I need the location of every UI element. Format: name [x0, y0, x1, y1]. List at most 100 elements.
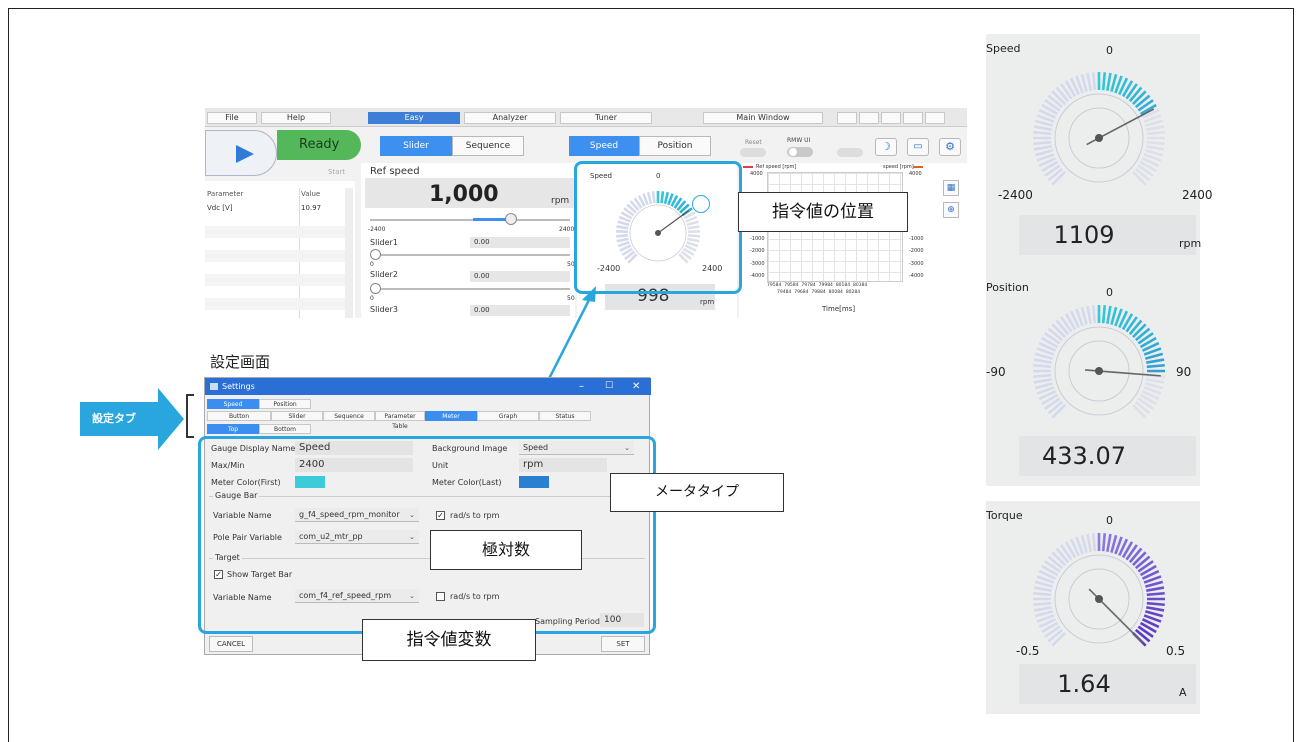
- tab-tuner[interactable]: Tuner: [560, 112, 652, 124]
- gauge-tick: [1034, 352, 1053, 360]
- gear-icon[interactable]: ⚙: [939, 138, 961, 156]
- tab-sequence-settings[interactable]: Sequence: [323, 411, 375, 421]
- gauge-tick: [1051, 551, 1066, 566]
- menu-file[interactable]: File: [207, 112, 257, 124]
- start-label[interactable]: Start: [328, 168, 345, 176]
- ref-slider-thumb[interactable]: [505, 213, 517, 225]
- minimize-icon[interactable]: –: [579, 378, 584, 395]
- layout-icon-1[interactable]: [837, 112, 857, 124]
- col-parameter: Parameter: [207, 190, 244, 198]
- cancel-button[interactable]: CANCEL: [209, 636, 253, 652]
- tab-graph[interactable]: Graph: [477, 411, 539, 421]
- tab-button[interactable]: Button: [207, 411, 271, 421]
- zoom-icon[interactable]: ⊕: [943, 202, 959, 218]
- gauge-tick: [1080, 534, 1088, 553]
- tab-sequence[interactable]: Sequence: [452, 136, 524, 156]
- play-icon: [236, 145, 254, 163]
- slider2-max: 50: [567, 295, 575, 302]
- gauge-tick: [1146, 145, 1165, 151]
- tab-bottom[interactable]: Bottom: [259, 424, 311, 434]
- gauge-value: 1109: [1053, 221, 1115, 249]
- menu-help[interactable]: Help: [261, 112, 331, 124]
- y-right-tick: -1000: [909, 236, 924, 242]
- y-right-tick: 4000: [909, 171, 922, 177]
- plot-grid-icon[interactable]: ▦: [943, 180, 959, 196]
- slider2-value[interactable]: 0.00: [470, 271, 570, 282]
- gauge-value: 433.07: [1042, 442, 1126, 470]
- x-tick: 80284: [845, 290, 861, 295]
- gauge-tick: [1101, 533, 1107, 552]
- gauge-tick: [1146, 130, 1165, 136]
- tab-easy[interactable]: Easy: [368, 112, 460, 124]
- table-scrollbar[interactable]: [345, 188, 353, 318]
- gauge-tick: [1145, 610, 1164, 618]
- slider1-track[interactable]: [370, 254, 570, 256]
- gauge-title: Torque: [986, 509, 1023, 522]
- settings-title: Settings: [222, 382, 255, 391]
- gauge-tick: [1033, 130, 1052, 136]
- gauge-tick: [1091, 533, 1097, 552]
- gauge-tick: [1086, 305, 1092, 324]
- layout-icon-5[interactable]: [925, 112, 945, 124]
- gauge-tick: [1091, 72, 1097, 91]
- table-row: [205, 298, 345, 310]
- gauge-tick: [1145, 352, 1164, 360]
- menu-main-window[interactable]: Main Window: [703, 112, 823, 124]
- gauge-tick: [1132, 551, 1147, 566]
- menu-bar: File Help Easy Analyzer Tuner Main Windo…: [205, 108, 967, 127]
- slider2-thumb[interactable]: [370, 283, 381, 294]
- maximize-icon[interactable]: ☐: [605, 378, 613, 395]
- gauge-tick: [1110, 306, 1118, 325]
- close-icon[interactable]: ✕: [632, 378, 640, 395]
- slider2-track[interactable]: [370, 288, 570, 290]
- tab-slider-settings[interactable]: Slider: [271, 411, 323, 421]
- tab-settings-speed[interactable]: Speed: [207, 399, 259, 409]
- layout-icon-3[interactable]: [881, 112, 901, 124]
- layout-icon-2[interactable]: [859, 112, 879, 124]
- x-tick: 79484: [777, 290, 792, 295]
- tab-top[interactable]: Top: [207, 424, 259, 434]
- reset-toggle[interactable]: [740, 148, 766, 157]
- y-left-tick: -4000: [750, 273, 765, 279]
- gauge-tick: [1091, 305, 1097, 324]
- gauge-tick: [1132, 323, 1147, 338]
- app-icon: [210, 383, 218, 390]
- gauge-hub: [1095, 134, 1103, 142]
- gauge-dial: [1033, 72, 1165, 186]
- tab-meter[interactable]: Meter: [425, 411, 477, 421]
- tab-status[interactable]: Status: [539, 411, 591, 421]
- legend-left: Ref speed [rpm]: [756, 164, 797, 170]
- gauge-panel-position: Position 0 -90 90 433.07: [986, 273, 1200, 486]
- legend-swatch-left: [743, 166, 753, 168]
- tab-slider[interactable]: Slider: [380, 136, 452, 156]
- slider1-thumb[interactable]: [370, 249, 381, 260]
- gauge-tick: [1034, 149, 1053, 157]
- tab-speed[interactable]: Speed: [569, 136, 639, 156]
- tab-settings-position[interactable]: Position: [259, 399, 311, 409]
- gauge-hub: [1095, 595, 1103, 603]
- ref-slider-track[interactable]: [370, 219, 570, 221]
- layout-icon-4[interactable]: [903, 112, 923, 124]
- gauge-tick: [1110, 73, 1118, 92]
- book-icon[interactable]: ▭: [907, 138, 929, 156]
- mini-gauge-unit: rpm: [700, 298, 715, 306]
- rmw-toggle[interactable]: [787, 147, 813, 157]
- gauge-tick: [1033, 140, 1052, 146]
- gauge-min-label: -90: [986, 365, 1006, 379]
- gauge-tick: [1101, 305, 1107, 324]
- extra-toggle[interactable]: [837, 148, 863, 157]
- slider1-value[interactable]: 0.00: [470, 237, 570, 248]
- slider3-label: Slider3: [370, 305, 398, 314]
- play-button[interactable]: [205, 130, 277, 176]
- tab-position[interactable]: Position: [639, 136, 711, 156]
- tab-parameter-table[interactable]: Parameter Table: [375, 411, 425, 430]
- slider3-value[interactable]: 0.00: [470, 305, 570, 316]
- gauge-panel-speed: Speed 0 -2400 2400 1109 rpm: [986, 34, 1213, 274]
- param-value: 10.97: [301, 204, 322, 212]
- settings-caption: 設定画面: [210, 353, 271, 371]
- history-icon[interactable]: ☽: [875, 138, 897, 156]
- tab-analyzer[interactable]: Analyzer: [464, 112, 556, 124]
- set-button[interactable]: SET: [601, 636, 645, 652]
- gauge-tick: [1033, 591, 1052, 597]
- gauge-tick: [1051, 171, 1066, 186]
